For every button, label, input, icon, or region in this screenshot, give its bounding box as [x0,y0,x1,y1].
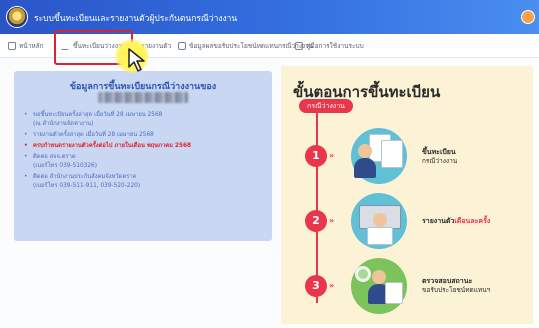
app-title: ระบบขึ้นทะเบียนและรายงานตัวผู้ประกันตนกร… [34,14,238,24]
chevron-right-icon: » [329,151,335,160]
info-item-last-register: ขอขึ้นทะเบียนครั้งล่าสุด เมื่อวันที่ 28 … [24,111,268,129]
nav-item-manual[interactable]: คู่มือการใช้งานระบบ [295,34,364,58]
info-item-contact-sso: ติดต่อ สำนักงานประกันสังคมจังหวัดตราด (เ… [24,173,268,191]
user-avatar-icon[interactable] [521,10,535,24]
nav-item-benefit-info[interactable]: ข้อมูลผลขอรับประโยชน์ทดแทนกรณีว่างงาน [178,34,313,58]
nav-item-home[interactable]: หน้าหลัก [8,34,44,58]
info-list: ขอขึ้นทะเบียนครั้งล่าสุด เมื่อวันที่ 28 … [24,111,268,193]
step-number: 1 [305,145,327,167]
registration-info-panel: ข้อมูลการขึ้นทะเบียนกรณีว่างงานของ ขอขึ้… [14,71,272,241]
register-illustration [345,126,415,184]
report-illustration [345,191,415,249]
header-bar: ระบบขึ้นทะเบียนและรายงานตัวผู้ประกันตนกร… [0,0,539,34]
info-item-next-due: ครบกำหนดรายงานตัวครั้งต่อไป ภายในเดือน พ… [24,142,268,151]
step-text: รายงานตัวเดือนละครั้ง [422,217,491,225]
redacted-name [98,92,188,103]
info-item-last-report: รายงานตัวครั้งล่าสุด เมื่อวันที่ 28 เมษา… [24,131,268,140]
nav-label: คู่มือการใช้งานระบบ [306,42,364,50]
step-1: 1 » ขึ้นทะเบียน กรณีว่างงาน [281,126,533,186]
sso-logo [6,6,28,28]
info-title: ข้อมูลการขึ้นทะเบียนกรณีว่างงานของ [69,82,217,92]
chevron-right-icon: » [329,281,335,290]
info-item-contact-employment: ติดต่อ สจจ.ตราด (เบอร์โทร 039-510326) [24,153,268,171]
steps-badge: กรณีว่างงาน [299,99,353,113]
step-number: 2 [305,210,327,232]
nav-label: หน้าหลัก [19,42,44,50]
step-number: 3 [305,275,327,297]
step-3: 3 » ตรวจสอบสถานะ ขอรับประโยชน์ทดแทนฯ [281,256,533,316]
document-icon [295,42,303,50]
step-2: 2 » รายงานตัวเดือนละครั้ง [281,191,533,251]
step-text: ตรวจสอบสถานะ ขอรับประโยชน์ทดแทนฯ [422,277,491,294]
magnifier-icon [355,266,371,282]
id-card-icon [178,42,186,50]
mouse-pointer-icon [128,48,145,72]
step-text: ขึ้นทะเบียน กรณีว่างงาน [422,148,458,165]
registration-steps-panel: ขั้นตอนการขึ้นทะเบียน กรณีว่างงาน 1 » ขึ… [281,66,533,324]
status-check-illustration [345,256,415,314]
home-icon [8,42,16,50]
chevron-right-icon: » [329,216,335,225]
